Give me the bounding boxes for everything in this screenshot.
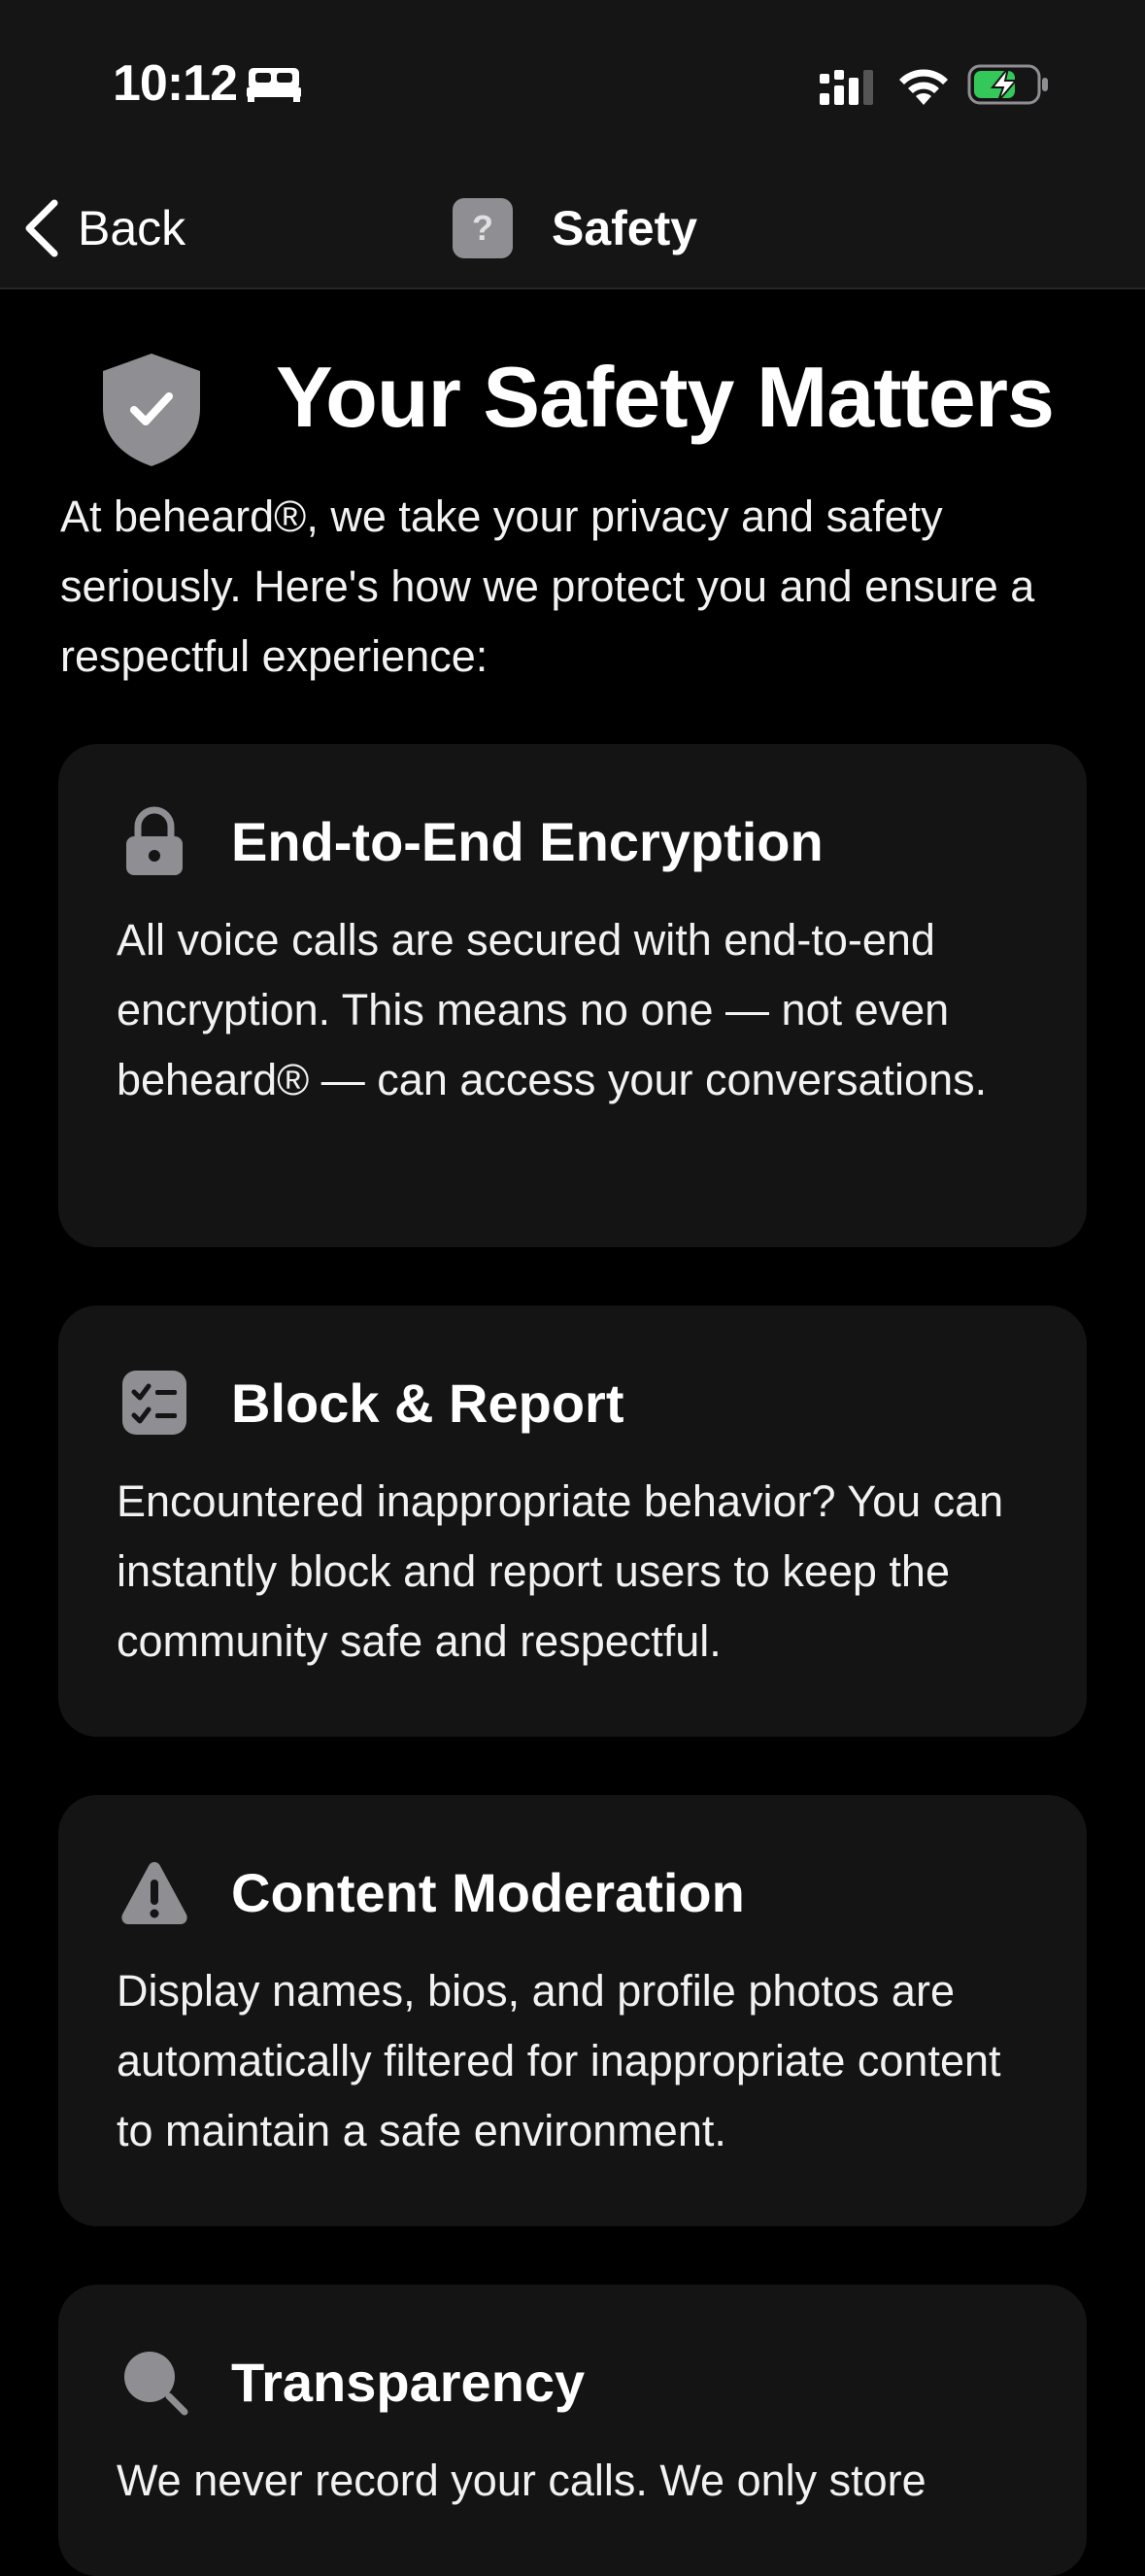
status-bar: 10:12 xyxy=(0,0,1145,165)
cellular-signal-icon xyxy=(820,70,873,105)
hero-title: Your Safety Matters xyxy=(276,349,1055,445)
page-title: Safety xyxy=(552,201,698,255)
card-header: End-to-End Encryption xyxy=(118,802,824,880)
back-label: Back xyxy=(78,201,186,255)
help-icon: ? xyxy=(453,198,513,258)
battery-charging-icon xyxy=(967,64,1048,105)
nav-title-group: ? Safety xyxy=(453,198,697,258)
sleep-focus-icon xyxy=(247,68,301,102)
status-time: 10:12 xyxy=(113,55,238,112)
card-text: Encountered inappropriate behavior? You … xyxy=(117,1476,1004,1666)
transparency-card: Transparency We never record your calls.… xyxy=(58,2285,1087,2576)
card-text: All voice calls are secured with end-to-… xyxy=(117,915,988,1104)
chevron-left-icon xyxy=(25,199,58,257)
card-header: Transparency xyxy=(118,2343,585,2421)
card-text: Display names, bios, and profile photos … xyxy=(117,1966,1001,2155)
shield-check-icon xyxy=(103,354,200,466)
navigation-bar: Back ? Safety xyxy=(0,165,1145,289)
warning-icon xyxy=(121,1862,187,1924)
lock-icon xyxy=(126,806,183,875)
content-moderation-card: Content Moderation Display names, bios, … xyxy=(58,1795,1087,2226)
card-header: Block & Report xyxy=(118,1364,624,1441)
checklist-icon xyxy=(122,1371,186,1435)
card-title: Block & Report xyxy=(231,1372,624,1434)
card-title: Transparency xyxy=(231,2351,586,2413)
magnifier-icon xyxy=(124,2352,188,2416)
intro-text: At beheard®, we take your privacy and sa… xyxy=(60,491,1035,681)
block-report-card: Block & Report Encountered inappropriate… xyxy=(58,1305,1087,1737)
card-text: We never record your calls. We only stor… xyxy=(117,2456,926,2505)
back-button[interactable]: Back xyxy=(19,194,185,262)
card-title: End-to-End Encryption xyxy=(231,810,824,872)
card-title: Content Moderation xyxy=(231,1861,745,1923)
card-header: Content Moderation xyxy=(118,1853,745,1931)
wifi-icon xyxy=(899,69,948,105)
encryption-card: End-to-End Encryption All voice calls ar… xyxy=(58,744,1087,1247)
